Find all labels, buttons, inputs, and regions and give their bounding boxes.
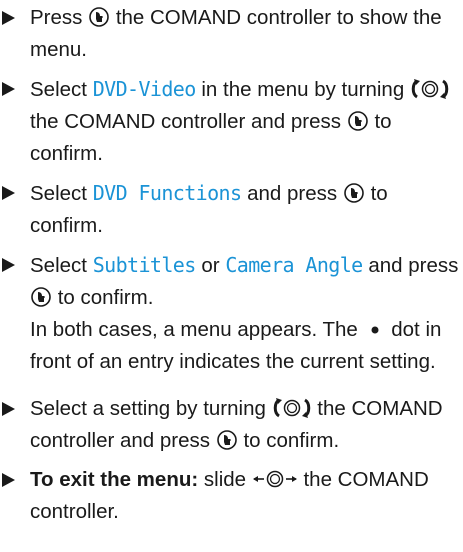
step-text: Press bbox=[30, 6, 83, 29]
triangle-bullet-icon bbox=[2, 464, 22, 496]
step-note: In both cases, a menu appears. The dot i… bbox=[30, 314, 460, 378]
press-controller-icon bbox=[88, 6, 110, 28]
exit-menu-heading: To exit the menu: bbox=[30, 468, 199, 491]
step-text: Select bbox=[30, 78, 87, 101]
step-text: press bbox=[408, 254, 459, 277]
triangle-bullet-icon bbox=[2, 73, 22, 105]
triangle-bullet-icon bbox=[2, 177, 22, 209]
turn-controller-icon bbox=[272, 397, 312, 419]
menu-item-subtitles: Subtitles bbox=[92, 253, 197, 277]
step-text: Select bbox=[30, 182, 87, 205]
triangle-bullet-icon bbox=[2, 393, 22, 425]
step-text: Select bbox=[30, 254, 87, 277]
triangle-bullet-icon bbox=[2, 249, 22, 281]
triangle-bullet-icon bbox=[2, 2, 22, 34]
note-text: In both cases, a menu appears. The bbox=[30, 318, 358, 341]
step-text: to confirm. bbox=[57, 286, 154, 309]
step-exit-menu: To exit the menu: slide the COMAND contr… bbox=[2, 464, 460, 528]
press-controller-icon bbox=[347, 110, 369, 132]
slide-controller-icon bbox=[252, 468, 298, 490]
step-text: slide bbox=[203, 468, 247, 491]
step-text: or bbox=[201, 254, 220, 277]
menu-item-dvd-functions: DVD Functions bbox=[92, 181, 242, 205]
press-controller-icon bbox=[216, 429, 238, 451]
step-show-menu: Press the COMAND controller to show the … bbox=[2, 2, 460, 66]
step-text: and bbox=[368, 254, 403, 277]
step-text: and press bbox=[247, 182, 338, 205]
step-text: the COMAND controller and press bbox=[30, 110, 342, 133]
step-select-subtitles-or-angle: Select Subtitles or Camera Angle and pre… bbox=[2, 249, 460, 378]
instruction-steps: Press the COMAND controller to show the … bbox=[2, 2, 460, 535]
step-text: in the menu by turning bbox=[201, 78, 405, 101]
step-text: Select a setting by turning bbox=[30, 397, 266, 420]
step-text: to confirm. bbox=[243, 429, 340, 452]
press-controller-icon bbox=[30, 286, 52, 308]
step-select-dvd-functions: Select DVD Functions and press to confir… bbox=[2, 177, 460, 242]
menu-item-camera-angle: Camera Angle bbox=[225, 253, 363, 277]
step-select-setting: Select a setting by turning the COMAND c… bbox=[2, 393, 460, 457]
selection-dot-icon bbox=[364, 318, 386, 340]
press-controller-icon bbox=[343, 182, 365, 204]
turn-controller-icon bbox=[410, 78, 450, 100]
menu-item-dvd-video: DVD-Video bbox=[92, 77, 197, 101]
instruction-page: Press the COMAND controller to show the … bbox=[0, 0, 463, 552]
step-select-dvd-video: Select DVD-Video in the menu by turning … bbox=[2, 73, 460, 170]
